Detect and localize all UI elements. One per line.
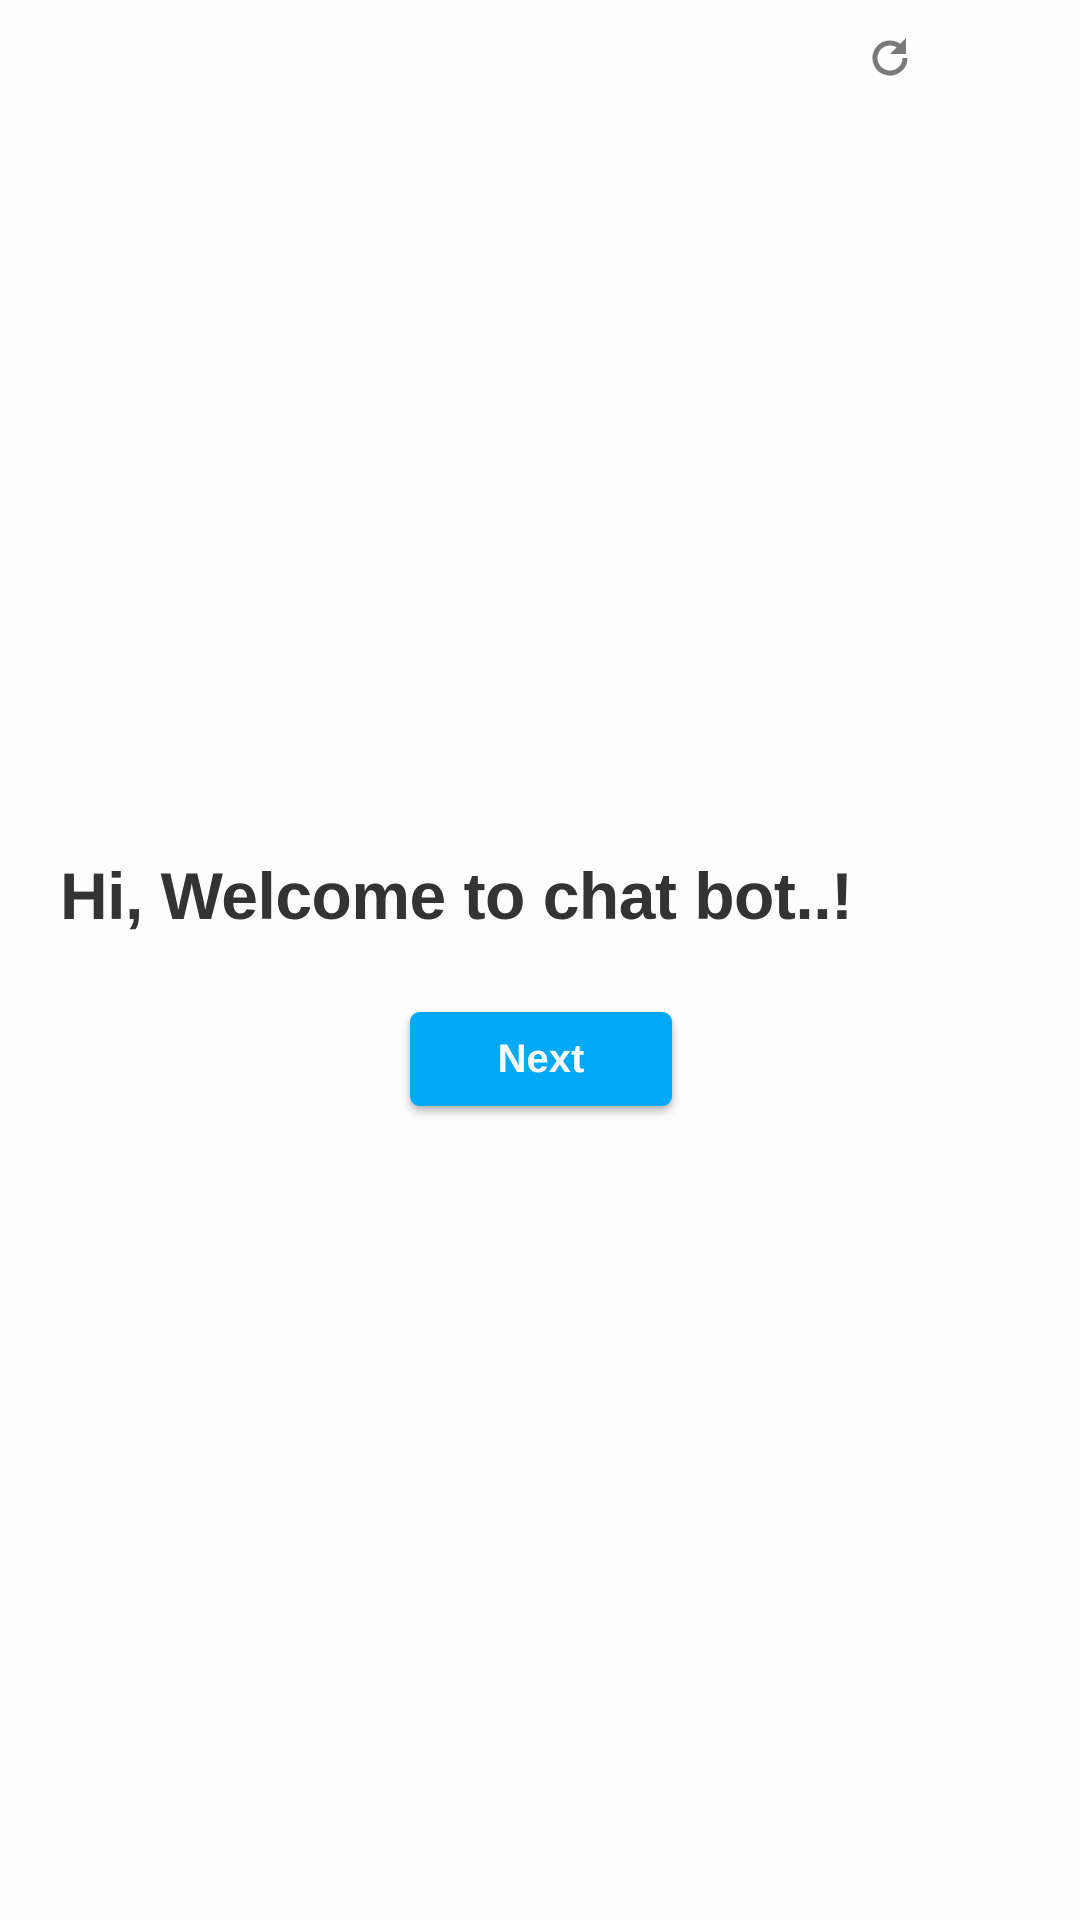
refresh-button[interactable] <box>862 30 918 86</box>
next-button[interactable]: Next <box>410 1012 672 1106</box>
welcome-title: Hi, Welcome to chat bot..! <box>60 859 853 933</box>
welcome-screen: Hi, Welcome to chat bot..! Next <box>0 0 1080 1920</box>
refresh-icon <box>866 34 914 82</box>
